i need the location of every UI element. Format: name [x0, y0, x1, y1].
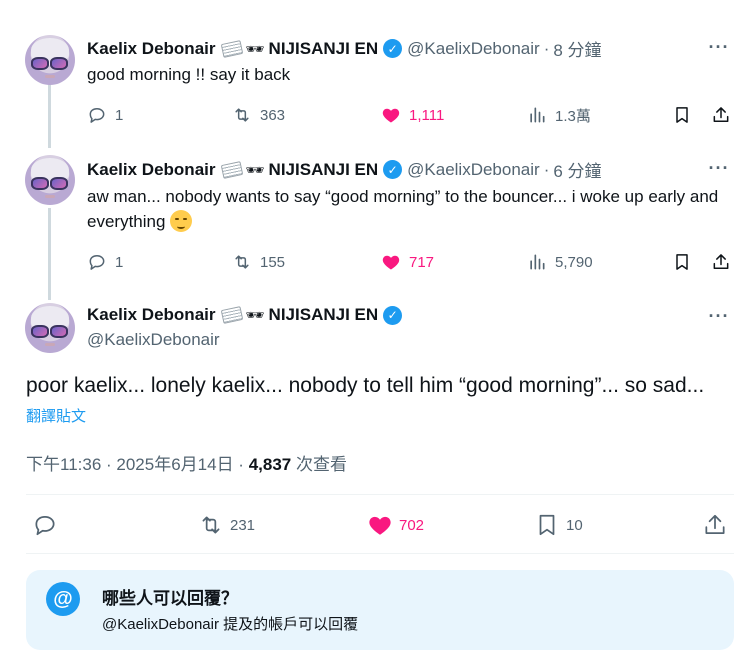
- repost-count: 363: [260, 106, 286, 124]
- heart-icon: [367, 512, 393, 538]
- like-button[interactable]: 1,111: [381, 100, 444, 130]
- verified-badge-icon[interactable]: ✓: [383, 305, 403, 325]
- repost-button[interactable]: 363: [232, 100, 285, 130]
- like-count: 702: [399, 516, 425, 534]
- sunglasses-emoji-icon: 🕶: [245, 161, 265, 179]
- repost-icon: [232, 105, 252, 125]
- more-icon[interactable]: ···: [708, 36, 730, 58]
- display-name[interactable]: Kaelix Debonair: [87, 39, 216, 59]
- action-bar: 1 363 1,111 1.3萬: [87, 100, 733, 130]
- display-name[interactable]: Kaelix Debonair: [87, 160, 216, 180]
- sunglasses-emoji-icon: 🕶: [245, 307, 265, 324]
- share-button[interactable]: [702, 505, 734, 545]
- reply-icon: [32, 512, 58, 538]
- heart-icon: [381, 105, 401, 125]
- main-tweet-text: poor kaelix... lonely kaelix... nobody t…: [26, 374, 705, 397]
- views-count: 4,837: [248, 455, 292, 474]
- reply-icon: [87, 105, 107, 125]
- bookmark-button[interactable]: 10: [534, 505, 583, 545]
- avatar[interactable]: [25, 155, 75, 205]
- like-button[interactable]: 717: [381, 247, 434, 277]
- repost-button[interactable]: 155: [232, 247, 285, 277]
- reply-restriction-title: 哪些人可以回覆？: [102, 589, 238, 608]
- bookmark-button[interactable]: [672, 247, 700, 277]
- repost-count: 155: [260, 253, 286, 271]
- views-icon: [527, 252, 547, 272]
- heart-icon: [381, 252, 401, 272]
- repost-button[interactable]: 231: [198, 505, 255, 545]
- mention-icon: @: [46, 582, 80, 616]
- bookmark-button[interactable]: [672, 100, 700, 130]
- team-name: NIJISANJI EN: [268, 159, 379, 179]
- tweet-text: good morning !! say it back: [87, 65, 291, 84]
- reply-icon: [87, 252, 107, 272]
- share-icon: [702, 512, 728, 538]
- main-avatar[interactable]: [25, 303, 75, 353]
- bookmark-count: 10: [566, 516, 583, 534]
- reply-button[interactable]: 1: [87, 247, 123, 277]
- like-count: 1,111: [409, 106, 445, 124]
- timestamp[interactable]: 6 分鐘: [553, 157, 601, 182]
- reply-button[interactable]: 1: [87, 100, 123, 130]
- timestamp[interactable]: 8 分鐘: [553, 36, 601, 61]
- divider: [26, 553, 734, 554]
- reply-restriction-subtitle: @KaelixDebonair 提及的帳戶可以回覆: [102, 616, 359, 633]
- views-label: 次查看: [295, 455, 347, 474]
- handle[interactable]: @KaelixDebonair: [407, 39, 540, 59]
- action-bar: 1 155 717 5,790: [87, 247, 733, 277]
- tweet-header: Kaelix Debonair 🕶 NIJISANJI EN ✓ @Kaelix…: [87, 157, 602, 182]
- more-icon[interactable]: ···: [708, 157, 730, 179]
- thread-tweet-2[interactable]: Kaelix Debonair 🕶 NIJISANJI EN ✓ @Kaelix…: [0, 148, 752, 290]
- bookmark-icon: [672, 105, 692, 125]
- bookmark-icon: [672, 252, 692, 272]
- views-button[interactable]: 1.3萬: [527, 100, 591, 130]
- thread-tweet-1[interactable]: Kaelix Debonair 🕶 NIJISANJI EN ✓ @Kaelix…: [0, 0, 752, 148]
- timestamp[interactable]: 下午11:36 · 2025年6月14日 ·: [26, 455, 244, 474]
- tweet-meta: 下午11:36 · 2025年6月14日 · 4,837 次查看: [26, 450, 347, 475]
- main-action-bar: 231 702 10: [26, 505, 734, 545]
- newspaper-emoji-icon: [220, 39, 243, 58]
- share-icon: [711, 252, 731, 272]
- main-tweet-header: Kaelix Debonair 🕶 NIJISANJI EN ✓: [87, 305, 403, 325]
- newspaper-emoji-icon: [220, 160, 243, 179]
- share-icon: [711, 105, 731, 125]
- share-button[interactable]: [711, 247, 739, 277]
- pensive-face-emoji-icon: [170, 210, 193, 232]
- team-name: NIJISANJI EN: [268, 305, 379, 324]
- handle[interactable]: @KaelixDebonair: [87, 330, 220, 350]
- team-name: NIJISANJI EN: [268, 38, 379, 58]
- like-count: 717: [409, 253, 435, 271]
- reply-count: 1: [115, 253, 124, 271]
- share-button[interactable]: [711, 100, 739, 130]
- separator: ·: [543, 159, 550, 179]
- repost-count: 231: [230, 516, 256, 534]
- views-count: 5,790: [555, 253, 593, 271]
- reply-restriction-box: @ 哪些人可以回覆？ @KaelixDebonair 提及的帳戶可以回覆: [26, 570, 734, 650]
- main-handle-row: @KaelixDebonair: [87, 330, 220, 350]
- views-count: 1.3萬: [555, 107, 591, 125]
- repost-icon: [198, 512, 224, 538]
- separator: ·: [543, 38, 550, 58]
- translate-link[interactable]: 翻譯貼文: [26, 405, 86, 426]
- newspaper-emoji-icon: [220, 306, 243, 324]
- reply-count: 1: [115, 106, 124, 124]
- handle[interactable]: @KaelixDebonair: [407, 160, 540, 180]
- sunglasses-emoji-icon: 🕶: [245, 40, 265, 58]
- avatar[interactable]: [25, 35, 75, 85]
- verified-badge-icon[interactable]: ✓: [383, 160, 403, 179]
- more-icon[interactable]: ···: [708, 305, 730, 327]
- verified-badge-icon[interactable]: ✓: [383, 39, 403, 58]
- tweet-text-block: aw man... nobody wants to say “good morn…: [87, 184, 727, 234]
- display-name[interactable]: Kaelix Debonair: [87, 305, 216, 325]
- like-button[interactable]: 702: [367, 505, 424, 545]
- divider: [26, 494, 734, 495]
- reply-button[interactable]: [32, 505, 64, 545]
- bookmark-icon: [534, 512, 560, 538]
- tweet-header: Kaelix Debonair 🕶 NIJISANJI EN ✓ @Kaelix…: [87, 36, 602, 61]
- repost-icon: [232, 252, 252, 272]
- views-button[interactable]: 5,790: [527, 247, 593, 277]
- views-icon: [527, 105, 547, 125]
